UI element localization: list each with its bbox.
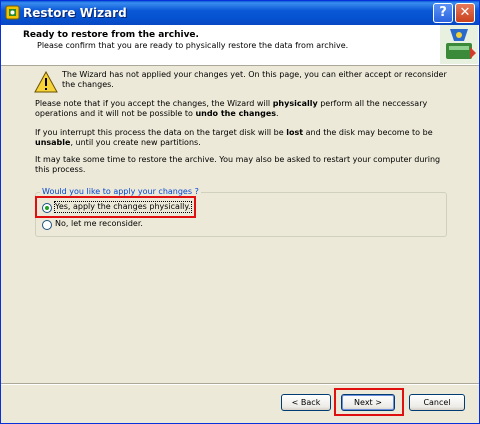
group-legend: Would you like to apply your changes ? — [40, 187, 201, 196]
highlight-box-next — [334, 388, 404, 416]
paragraph-restart-note: It may take some time to restore the arc… — [35, 155, 441, 174]
reconsider-label[interactable]: No, let me reconsider. — [55, 219, 143, 229]
title-bar[interactable]: Restore Wizard ? ✕ — [1, 1, 479, 25]
app-icon — [5, 5, 20, 20]
reconsider-radio[interactable] — [42, 220, 52, 230]
cancel-button[interactable]: Cancel — [409, 394, 465, 411]
warning-icon — [34, 71, 58, 93]
paragraph-interrupt-warning: If you interrupt this process the data o… — [35, 128, 433, 147]
help-button[interactable]: ? — [433, 3, 453, 23]
footer-separator — [1, 383, 479, 385]
window-title: Restore Wizard — [23, 6, 127, 20]
wizard-body: The Wizard has not applied your changes … — [1, 66, 479, 384]
wizard-graphic-icon — [440, 25, 478, 64]
restore-wizard-window: Restore Wizard ? ✕ Ready to restore from… — [0, 0, 480, 424]
highlight-box-apply — [35, 196, 196, 218]
header-subtitle: Please confirm that you are ready to phy… — [37, 41, 349, 50]
header-title: Ready to restore from the archive. — [23, 30, 199, 40]
wizard-header: Ready to restore from the archive. Pleas… — [1, 25, 479, 66]
paragraph-physical-changes: Please note that if you accept the chang… — [35, 99, 428, 118]
back-button[interactable]: < Back — [281, 394, 331, 411]
warning-text: The Wizard has not applied your changes … — [62, 70, 447, 89]
close-button[interactable]: ✕ — [455, 3, 475, 23]
